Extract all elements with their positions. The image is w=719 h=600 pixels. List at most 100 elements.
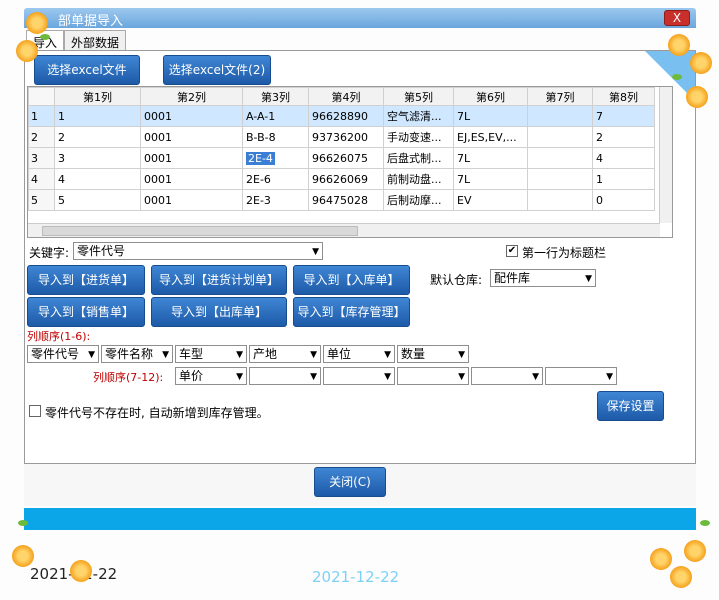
table-cell[interactable]: 0001 (140, 147, 243, 169)
order2-select[interactable]: ▼ (323, 367, 395, 385)
table-cell[interactable]: 93736200 (308, 126, 384, 148)
import-purchase-plan-button[interactable]: 导入到【进货计划单】 (151, 265, 287, 295)
row-number: 1 (28, 105, 55, 127)
table-cell[interactable]: 7 (592, 105, 655, 127)
default-warehouse-select[interactable]: 配件库 ▼ (490, 269, 596, 287)
table-cell[interactable]: 0001 (140, 168, 243, 190)
column-header[interactable]: 第7列 (527, 87, 593, 106)
order1-select[interactable]: 车型 ▼ (175, 345, 247, 363)
table-row[interactable]: 4 4 0001 2E-6 96626069 前制动盘... 7L 1 (28, 168, 655, 190)
column-header[interactable]: 第6列 (453, 87, 528, 106)
chevron-down-icon: ▼ (458, 350, 465, 360)
order1-select[interactable]: 数量 ▼ (397, 345, 469, 363)
flower-icon (16, 40, 38, 62)
table-cell[interactable]: 1 (592, 168, 655, 190)
tab-external-data[interactable]: 外部数据 (64, 30, 127, 52)
column-header[interactable]: 第4列 (308, 87, 384, 106)
order2-select[interactable]: ▼ (397, 367, 469, 385)
import-window: 部单据导入 X 导入 外部数据 选择excel文件 选择excel文件(2) 第… (0, 0, 719, 600)
warehouse-value: 配件库 (494, 271, 531, 285)
import-sales-button[interactable]: 导入到【销售单】 (27, 297, 145, 327)
table-row[interactable]: 1 1 0001 A-A-1 96628890 空气滤清... 7L 7 (28, 105, 655, 127)
chevron-down-icon: ▼ (384, 372, 391, 382)
table-cell[interactable]: 2 (592, 126, 655, 148)
table-cell[interactable]: 2E-4 (242, 147, 309, 169)
table-cell[interactable]: 96626075 (308, 147, 384, 169)
table-cell[interactable]: 2 (54, 126, 141, 148)
table-cell[interactable]: 前制动盘... (383, 168, 454, 190)
table-cell[interactable]: 0 (592, 189, 655, 211)
column-header[interactable]: 第1列 (54, 87, 141, 106)
table-cell[interactable]: 4 (54, 168, 141, 190)
table-cell[interactable]: 空气滤清... (383, 105, 454, 127)
chevron-down-icon: ▼ (585, 274, 592, 284)
order1-value: 零件代号 (31, 347, 80, 361)
table-cell[interactable]: 96475028 (308, 189, 384, 211)
table-cell[interactable]: 2E-3 (242, 189, 309, 211)
table-cell[interactable] (527, 147, 593, 169)
table-cell[interactable]: 96626069 (308, 168, 384, 190)
data-grid[interactable]: 第1列 第2列 第3列 第4列 第5列 第6列 第7列 第8列 1 1 0001… (27, 86, 673, 238)
table-cell[interactable]: 手动变速... (383, 126, 454, 148)
table-cell[interactable]: 1 (54, 105, 141, 127)
select-excel-button[interactable]: 选择excel文件 (34, 55, 140, 85)
import-purchase-button[interactable]: 导入到【进货单】 (27, 265, 145, 295)
close-button[interactable]: 关闭(C) (314, 467, 386, 497)
table-cell[interactable]: EJ,ES,EV,... (453, 126, 528, 148)
first-row-title-label: 第一行为标题栏 (522, 246, 607, 260)
order2-select[interactable]: ▼ (249, 367, 321, 385)
table-cell[interactable]: 0001 (140, 189, 243, 211)
column-header[interactable]: 第3列 (242, 87, 309, 106)
order2-select[interactable]: ▼ (545, 367, 617, 385)
column-header[interactable]: 第5列 (383, 87, 454, 106)
table-cell[interactable]: 96628890 (308, 105, 384, 127)
table-cell[interactable]: EV (453, 189, 528, 211)
order1-select[interactable]: 零件代号 ▼ (27, 345, 99, 363)
table-cell[interactable] (527, 168, 593, 190)
save-settings-button[interactable]: 保存设置 (597, 391, 664, 421)
table-row[interactable]: 3 3 0001 2E-4 96626075 后盘式制... 7L 4 (28, 147, 655, 169)
close-window-button[interactable]: X (664, 10, 690, 26)
order1-select[interactable]: 产地 ▼ (249, 345, 321, 363)
table-cell[interactable]: 4 (592, 147, 655, 169)
column-header[interactable]: 第8列 (592, 87, 655, 106)
table-cell[interactable]: 后盘式制... (383, 147, 454, 169)
table-cell[interactable]: 2E-6 (242, 168, 309, 190)
vertical-scrollbar[interactable] (659, 87, 672, 223)
order2-select[interactable]: ▼ (471, 367, 543, 385)
select-excel-2-button[interactable]: 选择excel文件(2) (163, 55, 271, 85)
table-row[interactable]: 5 5 0001 2E-3 96475028 后制动摩... EV 0 (28, 189, 655, 211)
order1-select[interactable]: 零件名称 ▼ (101, 345, 173, 363)
order2-select[interactable]: 单价 ▼ (175, 367, 247, 385)
horizontal-scrollbar[interactable] (28, 223, 660, 237)
import-inventory-button[interactable]: 导入到【库存管理】 (293, 297, 410, 327)
table-cell[interactable]: 3 (54, 147, 141, 169)
table-cell[interactable] (527, 126, 593, 148)
flower-icon (690, 52, 712, 74)
table-cell[interactable]: 0001 (140, 105, 243, 127)
column-header[interactable]: 第2列 (140, 87, 243, 106)
table-row[interactable]: 2 2 0001 B-B-8 93736200 手动变速... EJ,ES,EV… (28, 126, 655, 148)
table-cell[interactable]: 7L (453, 105, 528, 127)
chevron-down-icon: ▼ (310, 372, 317, 382)
leaf-icon (672, 74, 682, 80)
table-cell[interactable]: A-A-1 (242, 105, 309, 127)
table-cell[interactable]: 5 (54, 189, 141, 211)
table-cell[interactable] (527, 189, 593, 211)
scroll-thumb[interactable] (42, 226, 358, 236)
table-cell[interactable]: 7L (453, 168, 528, 190)
date-text-light: 2021-12-22 (312, 568, 400, 586)
order1-select[interactable]: 单位 ▼ (323, 345, 395, 363)
table-cell[interactable]: 0001 (140, 126, 243, 148)
data-table: 第1列 第2列 第3列 第4列 第5列 第6列 第7列 第8列 1 1 0001… (28, 87, 655, 211)
first-row-title-checkbox[interactable]: ✔ (506, 245, 518, 257)
import-inbound-button[interactable]: 导入到【入库单】 (293, 265, 410, 295)
table-cell[interactable] (527, 105, 593, 127)
import-outbound-button[interactable]: 导入到【出库单】 (151, 297, 287, 327)
auto-add-checkbox[interactable] (29, 405, 41, 417)
table-cell[interactable]: 后制动摩... (383, 189, 454, 211)
keyword-select[interactable]: 零件代号 ▼ (73, 242, 323, 260)
table-cell[interactable]: B-B-8 (242, 126, 309, 148)
chevron-down-icon: ▼ (88, 350, 95, 360)
table-cell[interactable]: 7L (453, 147, 528, 169)
